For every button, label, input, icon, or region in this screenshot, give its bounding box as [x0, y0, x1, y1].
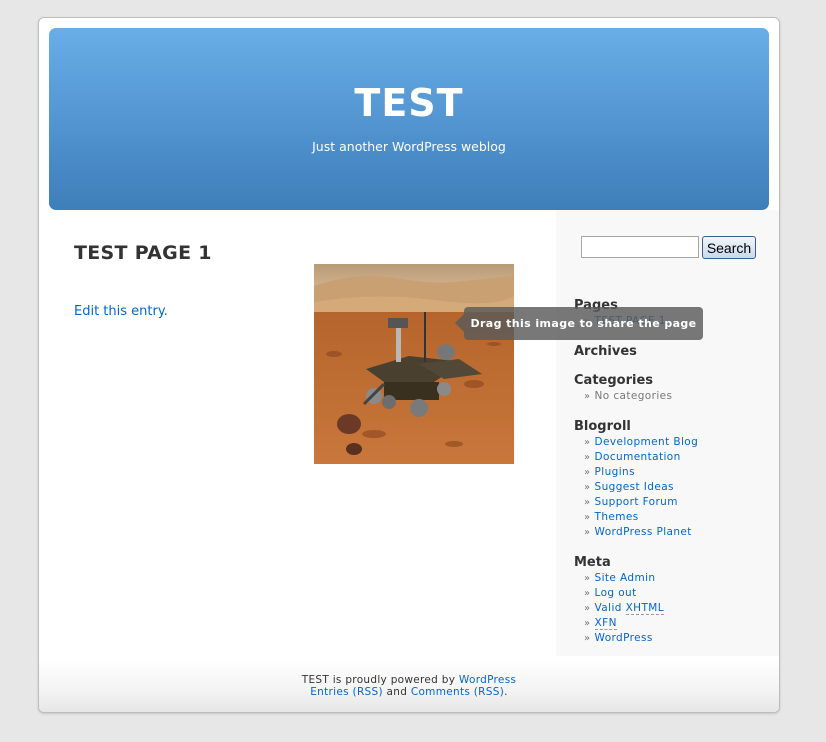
meta-link-log-out[interactable]: Log out: [595, 587, 637, 599]
blogroll-link-support-forum[interactable]: Support Forum: [595, 496, 678, 508]
widget-title-blogroll: Blogroll: [574, 419, 631, 434]
list-item: » Log out: [584, 587, 637, 599]
blog-header: TEST Just another WordPress weblog: [49, 28, 769, 210]
list-item: » WordPress Planet: [584, 526, 692, 538]
list-item: » No categories: [584, 390, 673, 402]
mars-rover-image[interactable]: [314, 264, 514, 464]
page-container: TEST Just another WordPress weblog TEST …: [38, 17, 780, 713]
meta-link-valid-xhtml[interactable]: Valid XHTML: [595, 602, 664, 615]
list-item: » XFN: [584, 617, 617, 630]
search-button[interactable]: Search: [702, 236, 756, 259]
blogroll-link-themes[interactable]: Themes: [595, 511, 639, 523]
list-item: » Plugins: [584, 466, 635, 478]
list-item: » Themes: [584, 511, 639, 523]
blogroll-link-documentation[interactable]: Documentation: [595, 451, 681, 463]
blogroll-link-suggest-ideas[interactable]: Suggest Ideas: [595, 481, 674, 493]
no-categories-text: No categories: [594, 390, 673, 402]
widget-meta: Meta » Site Admin » Log out » Valid XHTML »…: [574, 555, 664, 646]
meta-link-site-admin[interactable]: Site Admin: [595, 572, 656, 584]
widget-blogroll: Blogroll » Development Blog » Documentatio…: [574, 419, 698, 540]
list-item: » Site Admin: [584, 572, 656, 584]
main-content: TEST PAGE 1 Edit this entry.: [74, 242, 514, 319]
list-item: » Development Blog: [584, 436, 699, 448]
blog-title-link[interactable]: TEST: [49, 83, 769, 123]
rover-illustration: [314, 264, 514, 464]
footer: TEST is proudly powered by WordPress Ent…: [39, 658, 779, 712]
entries-rss-link[interactable]: Entries (RSS): [310, 686, 383, 698]
blogroll-link-wordpress-planet[interactable]: WordPress Planet: [595, 526, 692, 538]
meta-link-wordpress[interactable]: WordPress: [595, 632, 653, 644]
sidebar: Search Pages »TEST PAGE 1 Archives Categ…: [556, 210, 779, 656]
comments-rss-link[interactable]: Comments (RSS): [411, 686, 504, 698]
widget-title-categories: Categories: [574, 373, 654, 388]
edit-entry-link[interactable]: Edit this entry.: [74, 304, 168, 319]
list-item: » WordPress: [584, 632, 653, 644]
blog-description: Just another WordPress weblog: [312, 139, 506, 154]
widget-title-meta: Meta: [574, 555, 611, 570]
page-title: TEST PAGE 1: [74, 242, 212, 264]
widget-categories: Categories » No categories: [574, 373, 672, 404]
widget-archives: Archives: [574, 344, 637, 360]
share-tooltip: Drag this image to share the page: [455, 307, 703, 340]
widget-title-archives: Archives: [574, 344, 637, 359]
footer-wordpress-link[interactable]: WordPress: [459, 674, 516, 686]
search-input[interactable]: [581, 236, 699, 258]
list-item: » Documentation: [584, 451, 681, 463]
blogroll-link-plugins[interactable]: Plugins: [595, 466, 635, 478]
list-item: » Valid XHTML: [584, 602, 664, 615]
meta-link-xfn[interactable]: XFN: [594, 617, 617, 630]
list-item: » Support Forum: [584, 496, 678, 508]
tooltip-arrow-icon: [455, 314, 464, 332]
list-item: » Suggest Ideas: [584, 481, 674, 493]
blogroll-link-development-blog[interactable]: Development Blog: [595, 436, 699, 448]
